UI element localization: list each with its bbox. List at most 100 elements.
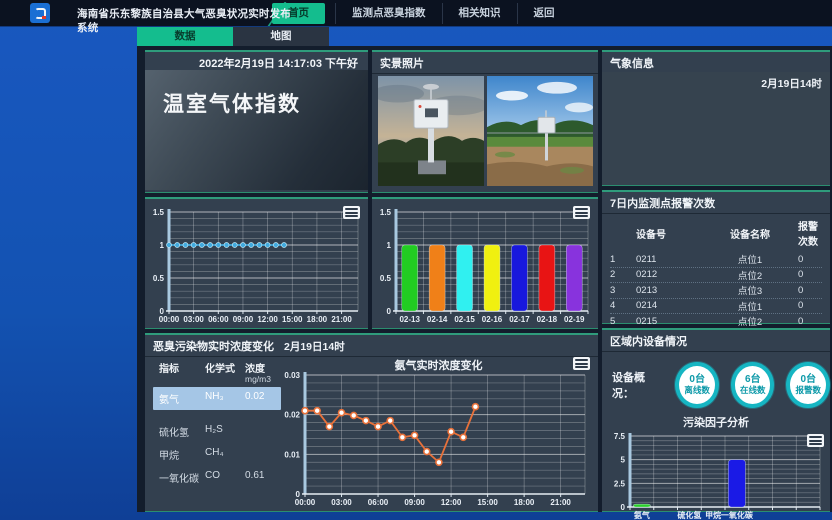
svg-text:06:00: 06:00 [208, 315, 229, 324]
svg-text:02-13: 02-13 [399, 315, 420, 324]
nav-item-back[interactable]: 返回 [517, 3, 571, 24]
svg-text:02-15: 02-15 [454, 315, 475, 324]
photos-panel: 实景照片 [372, 50, 598, 193]
nav-item-knowledge[interactable]: 相关知识 [442, 3, 517, 24]
devices-panel-title: 区域内设备情况 [610, 333, 687, 349]
col-alarm-count: 报警次数 [798, 218, 822, 248]
table-row: 30213点位30 [610, 283, 822, 299]
odor-row[interactable]: 硫化氢H₂S [153, 420, 281, 443]
alarm-table: 设备号 设备名称 报警次数 10211点位1020212点位2030213点位3… [610, 216, 822, 345]
app-logo [30, 3, 50, 23]
site-photo-2 [487, 76, 593, 186]
svg-text:0: 0 [387, 307, 392, 316]
daily-bar-chart-panel: 0 0.5 1 1.5 02-13 02-14 02-15 02-16 02-17 02-18 02… [372, 197, 598, 329]
chart-menu-icon[interactable] [573, 206, 590, 219]
svg-text:02-16: 02-16 [482, 315, 503, 324]
svg-text:06:00: 06:00 [368, 498, 389, 507]
odor-panel-title: 恶臭污染物实时浓度变化 [153, 338, 274, 354]
odor-table-body: 氨气NH₃0.02硫化氢H₂S甲烷CH₄一氧化碳CO0.61 [159, 387, 279, 489]
chart-menu-icon[interactable] [807, 434, 824, 447]
table-row: 10211点位10 [610, 252, 822, 268]
svg-text:2.5: 2.5 [614, 479, 626, 488]
svg-text:12:00: 12:00 [441, 498, 462, 507]
pollution-analysis-title: 污染因子分析 [602, 412, 830, 430]
svg-text:02-17: 02-17 [509, 315, 530, 324]
svg-text:00:00: 00:00 [159, 315, 180, 324]
greenhouse-banner: 温室气体指数 [145, 70, 368, 190]
svg-text:1: 1 [387, 241, 392, 250]
online-label: 在线数 [740, 386, 766, 396]
svg-text:0.02: 0.02 [284, 411, 300, 420]
device-overview-label: 设备概况： [612, 369, 663, 401]
table-row: 40214点位10 [610, 299, 822, 315]
svg-text:12:00: 12:00 [257, 315, 278, 324]
alarm-count-badge: 0台 报警数 [786, 362, 830, 408]
svg-text:18:00: 18:00 [307, 315, 328, 324]
svg-text:21:00: 21:00 [550, 498, 571, 507]
svg-text:03:00: 03:00 [183, 315, 204, 324]
site-photo-1 [378, 76, 484, 186]
svg-text:00:00: 00:00 [295, 498, 316, 507]
greenhouse-chart-panel: 00.511.500:0003:0006:0009:0012:0015:0018… [145, 197, 368, 329]
greenhouse-headline: 温室气体指数 [145, 70, 368, 118]
pollution-factor-chart: 02.557.5氨气硫化氢甲烷一氧化碳 [606, 432, 826, 520]
greenhouse-index-chart: 00.511.500:0003:0006:0009:0012:0015:0018… [147, 202, 366, 326]
alarm-panel-title: 7日内监测点报警次数 [610, 195, 715, 211]
col-formula: 化学式 [205, 360, 245, 375]
svg-text:0.5: 0.5 [153, 274, 165, 283]
svg-text:21:00: 21:00 [331, 315, 352, 324]
page-title: 海南省乐东黎族自治县大气恶臭状况实时发布系统 [77, 7, 301, 35]
odor-panel-time: 2月19日14时 [284, 339, 345, 354]
svg-text:0.5: 0.5 [380, 274, 392, 283]
chart-menu-icon[interactable] [343, 206, 360, 219]
svg-text:甲烷: 甲烷 [705, 510, 721, 520]
col-device-id: 设备号 [636, 226, 702, 241]
odor-row[interactable]: 甲烷CH₄ [153, 443, 281, 466]
alarm-table-header: 设备号 设备名称 报警次数 [610, 216, 822, 252]
svg-text:0: 0 [621, 503, 626, 512]
chart-menu-icon[interactable] [573, 357, 590, 370]
col-indicator: 指标 [159, 360, 205, 375]
odor-panel: 恶臭污染物实时浓度变化 2月19日14时 指标 化学式 浓度 mg/m3 氨气N… [145, 333, 598, 512]
weather-time: 2月19日14时 [602, 72, 830, 95]
svg-text:02-18: 02-18 [537, 315, 558, 324]
greenhouse-panel: 2022年2月19日 14:17:03 下午好 温室气体指数 [145, 50, 368, 193]
svg-text:0.01: 0.01 [284, 450, 300, 459]
svg-text:15:00: 15:00 [282, 315, 303, 324]
online-count-badge: 6台 在线数 [731, 362, 775, 408]
svg-text:09:00: 09:00 [233, 315, 254, 324]
ammonia-realtime-chart: 00.010.020.0300:0003:0006:0009:0012:0015… [279, 371, 593, 509]
alarm-panel: 7日内监测点报警次数 设备号 设备名称 报警次数 10211点位1020212点… [602, 190, 830, 324]
svg-text:1.5: 1.5 [153, 208, 165, 217]
odor-row[interactable]: 一氧化碳CO0.61 [153, 466, 281, 489]
svg-text:02-14: 02-14 [427, 315, 448, 324]
table-row: 20212点位20 [610, 268, 822, 284]
svg-text:0.03: 0.03 [284, 371, 300, 380]
col-device-name: 设备名称 [702, 226, 798, 241]
device-overview: 设备概况： 0台 离线数 6台 在线数 0台 报警数 [602, 352, 830, 412]
svg-text:1: 1 [160, 241, 165, 250]
odor-row[interactable]: 氨气NH₃0.02 [153, 387, 281, 410]
main-nav: 首页 监测点恶臭指数 相关知识 返回 [272, 0, 571, 27]
weather-panel: 气象信息 2月19日14时 [602, 50, 830, 186]
svg-text:氨气: 氨气 [634, 510, 650, 520]
odor-table: 指标 化学式 浓度 mg/m3 氨气NH₃0.02硫化氢H₂S甲烷CH₄一氧化碳… [145, 354, 279, 511]
offline-count-badge: 0台 离线数 [675, 362, 719, 408]
svg-text:15:00: 15:00 [477, 498, 498, 507]
svg-text:7.5: 7.5 [614, 432, 626, 441]
logo-icon [35, 8, 46, 19]
daily-index-bar-chart: 0 0.5 1 1.5 02-13 02-14 02-15 02-16 02-17 02-18 02… [374, 202, 596, 326]
nav-item-odor-index[interactable]: 监测点恶臭指数 [335, 3, 442, 24]
svg-text:5: 5 [621, 456, 626, 465]
odor-table-header: 指标 化学式 浓度 mg/m3 [159, 360, 279, 384]
svg-text:18:00: 18:00 [514, 498, 535, 507]
pollution-chart-wrap: 02.557.5氨气硫化氢甲烷一氧化碳 [602, 432, 830, 520]
svg-text:1.5: 1.5 [380, 208, 392, 217]
offline-label: 离线数 [684, 386, 710, 396]
svg-text:09:00: 09:00 [404, 498, 425, 507]
photos-panel-title: 实景照片 [380, 55, 424, 71]
svg-text:03:00: 03:00 [331, 498, 352, 507]
photo-row [378, 76, 593, 186]
weather-panel-title: 气象信息 [610, 55, 654, 71]
svg-text:02-19: 02-19 [564, 315, 585, 324]
